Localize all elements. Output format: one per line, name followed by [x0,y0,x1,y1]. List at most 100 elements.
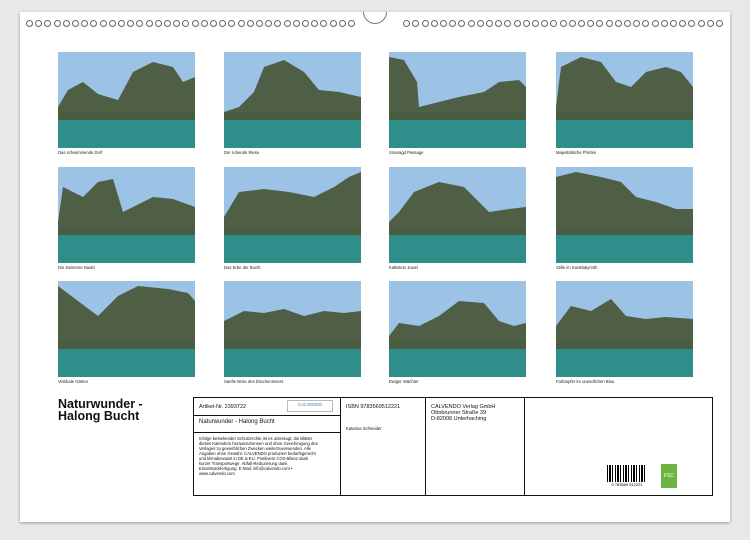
binding-ring [164,20,171,27]
photo-card: Vertikale Gärten [58,281,195,384]
calendar-title: Naturwunder - Halong Bucht [58,397,143,423]
info-column-left: Artikel-Nr. 2393722 CALVENDO Naturwunder… [194,398,341,495]
calvendo-logo: CALVENDO [287,400,333,412]
binding-ring [633,20,641,27]
binding-ring [210,20,217,27]
binding-ring [541,20,549,27]
landscape-photo [389,52,526,148]
publisher-address: CALVENDO Verlag GmbH Ottobrunner Straße … [431,404,495,422]
landscape-photo [556,52,693,148]
photo-caption: Ewiger Wächter [389,379,419,384]
binding-ring [403,20,411,27]
binding-ring [624,20,631,27]
landscape-photo [389,167,526,263]
binding-ring [706,20,714,27]
publisher-city: D-82008 Unterhaching [431,416,487,422]
binding-ring [504,20,512,27]
photo-caption: Kalkstein Juwel [389,265,418,270]
binding-ring [412,20,420,27]
binding-ring [329,20,337,27]
barcode: 9 783569 512221 [607,465,647,489]
binding-ring [532,20,539,27]
photo-caption: Vertikale Gärten [58,379,89,384]
landscape-photo [556,281,693,377]
binding-ring [283,20,291,27]
info-column-isbn: ISBN 9783569512221 Katarina Schneider [341,398,426,495]
binding-ring [688,20,696,27]
binding-ring [237,20,245,27]
binding-ring [467,20,475,27]
photo-caption: Das Erbe der Bucht [224,265,261,270]
binding-ring [495,20,503,27]
binding-ring [348,20,355,27]
photo-caption: Das schwimmende Dorf [58,150,103,155]
article-number: Artikel-Nr. 2393722 [199,404,247,410]
landscape-photo [556,167,693,263]
binding-ring [596,20,604,27]
binding-ring [274,20,282,27]
binding-ring [302,20,309,27]
photo-caption: Farbtupfer im unendlichen Blau [556,379,615,384]
binding-ring [697,20,705,27]
fsc-logo: FSC [661,464,677,488]
binding-ring [568,20,576,27]
photo-caption: Der ruhende Riese [224,150,260,155]
binding-ring [44,20,52,27]
binding-ring [81,20,89,27]
binding-ring [35,20,43,27]
binding-ring [559,20,567,27]
binding-ring [136,20,144,27]
photo-card: Die steinerne Nadel [58,167,195,270]
info-panel: Artikel-Nr. 2393722 CALVENDO Naturwunder… [193,397,713,496]
landscape-photo [224,52,361,148]
binding-ring [154,20,162,27]
binding-ring [440,20,447,27]
landscape-photo [58,281,195,377]
binding-ring [587,20,595,27]
binding-ring [660,20,668,27]
binding-ring [26,20,33,27]
binding-ring [62,20,70,27]
binding-ring [449,20,457,27]
binding-ring [338,20,346,27]
landscape-photo [224,167,361,263]
binding-ring [292,20,300,27]
photo-card: Majestätische Pforten [556,52,693,155]
binding-ring [421,20,429,27]
photo-card: Ewiger Wächter [389,281,526,384]
photo-caption: Die steinerne Nadel [58,265,95,270]
binding-ring [458,20,466,27]
binding-ring [716,20,723,27]
binding-ring [118,20,125,27]
photo-card: Stille im Karstlabyrinth [556,167,693,270]
binding-ring [219,20,227,27]
photo-card: Kalkstein Juwel [389,167,526,270]
landscape-photo [58,167,195,263]
binding-ring [256,20,263,27]
product-title: Naturwunder - Halong Bucht [199,419,275,425]
photo-caption: Sanfte Brise des Drachenmeers [224,379,284,384]
binding-ring [522,20,530,27]
binding-ring [127,20,135,27]
photo-card: Der ruhende Riese [224,52,361,155]
binding-ring [200,20,208,27]
photo-caption: Stille im Karstlabyrinth [556,265,598,270]
binding-ring [246,20,254,27]
binding-ring [53,20,61,27]
binding-ring [679,20,687,27]
binding-ring [651,20,659,27]
binding-ring [614,20,622,27]
binding-ring [72,20,79,27]
binding-ring [228,20,236,27]
binding-ring [642,20,650,27]
binding-ring [99,20,107,27]
binding-ring [578,20,585,27]
barcode-bars [607,465,647,482]
binding-ring [265,20,273,27]
photo-caption: Majestätische Pforten [556,150,597,155]
binding-ring [486,20,493,27]
binding-ring [90,20,98,27]
binding-ring [320,20,328,27]
binding-ring [605,20,613,27]
landscape-photo [58,52,195,148]
